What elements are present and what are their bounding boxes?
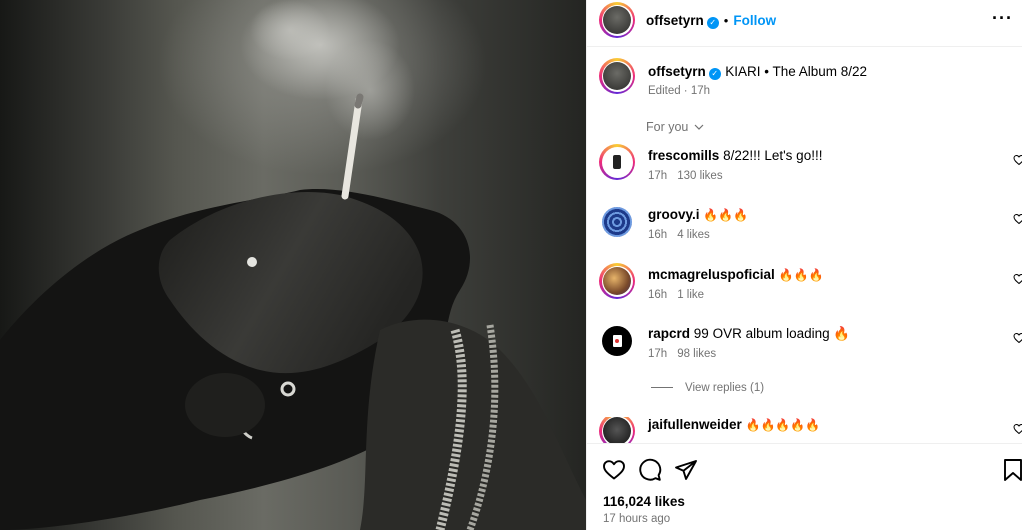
caption-avatar-image	[603, 62, 631, 90]
comment-avatar[interactable]	[599, 263, 635, 299]
comment-meta: 17h 98 likes	[648, 348, 726, 360]
like-comment-heart-icon[interactable]	[1013, 213, 1022, 225]
like-heart-icon[interactable]	[602, 458, 626, 482]
view-replies-button[interactable]: View replies (1)	[651, 382, 764, 394]
comment-username[interactable]: frescomills	[648, 148, 719, 163]
follow-button[interactable]: Follow	[733, 13, 776, 28]
like-comment-heart-icon[interactable]	[1013, 154, 1022, 166]
comment-time: 17h	[648, 348, 668, 360]
comment-username[interactable]: groovy.i	[648, 207, 700, 222]
post-header: offsetyrn ✓ • Follow ···	[587, 0, 1022, 47]
portrait-illustration	[0, 0, 586, 530]
chevron-down-icon	[694, 124, 704, 130]
view-replies-label: View replies (1)	[685, 382, 765, 394]
like-comment-heart-icon[interactable]	[1013, 423, 1022, 435]
comment-item: groovy.i 🔥🔥🔥 16h 4 likes	[587, 207, 1022, 257]
comment-time: 16h	[648, 229, 668, 241]
comment-avatar-image	[603, 417, 631, 443]
comment-item: mcmagreluspoficial 🔥🔥🔥 16h 1 like	[587, 263, 1022, 317]
comment-meta: 16h 4 likes	[648, 229, 720, 241]
comment-line: rapcrd 99 OVR album loading 🔥	[648, 326, 850, 342]
author-username[interactable]: offsetyrn	[646, 13, 704, 28]
caption-row: offsetyrn ✓ KIARI • The Album 8/22	[648, 63, 867, 81]
comment-text: 8/22!!! Let's go!!!	[723, 148, 823, 163]
caption-text: KIARI • The Album 8/22	[725, 64, 868, 79]
replies-divider	[651, 387, 673, 388]
comment-username[interactable]: jaifullenweider	[648, 417, 742, 432]
caption-time: 17h	[690, 85, 711, 97]
like-comment-heart-icon[interactable]	[1013, 332, 1022, 344]
comment-username[interactable]: mcmagreluspoficial	[648, 267, 775, 282]
comment-line: groovy.i 🔥🔥🔥	[648, 207, 748, 222]
comment-avatar[interactable]	[599, 144, 635, 180]
separator-dot: •	[723, 13, 729, 28]
post-timestamp[interactable]: 17 hours ago	[603, 513, 670, 525]
comment-text: 🔥🔥🔥	[703, 208, 749, 222]
comment-likes[interactable]: 98 likes	[677, 348, 716, 360]
comment-avatar-image	[603, 148, 631, 176]
comment-text: 99 OVR album loading 🔥	[693, 326, 851, 341]
verified-badge-icon: ✓	[708, 68, 721, 80]
post-photo	[0, 0, 586, 530]
sort-label: For you	[646, 120, 689, 134]
comment-item: frescomills 8/22!!! Let's go!!! 17h 130 l…	[587, 144, 1022, 198]
more-options-icon[interactable]: ···	[992, 9, 1013, 27]
share-send-icon[interactable]	[674, 458, 698, 482]
comment-text: 🔥🔥🔥	[778, 268, 824, 282]
comment-time: 17h	[648, 170, 668, 182]
author-avatar[interactable]	[599, 2, 635, 38]
comment-time: 16h	[648, 289, 668, 301]
comment-line: jaifullenweider 🔥🔥🔥🔥🔥	[648, 417, 820, 432]
comment-likes[interactable]: 4 likes	[677, 229, 710, 241]
post-actions-footer: 116,024 likes 17 hours ago	[587, 443, 1022, 530]
comment-bubble-icon[interactable]	[638, 458, 662, 482]
comment-meta: 17h 130 likes	[648, 170, 733, 182]
verified-badge-icon: ✓	[706, 17, 719, 29]
comment-meta: 16h 1 like	[648, 289, 714, 301]
comment-text: 🔥🔥🔥🔥🔥	[745, 418, 821, 432]
save-bookmark-icon[interactable]	[1003, 458, 1022, 482]
post-details-panel: offsetyrn ✓ • Follow ··· offsetyrn ✓ KIARI •…	[586, 0, 1022, 530]
comment-avatar-image	[603, 267, 631, 295]
comment-line: mcmagreluspoficial 🔥🔥🔥	[648, 267, 823, 282]
comment-avatar[interactable]	[599, 417, 635, 443]
comment-likes[interactable]: 1 like	[677, 289, 704, 301]
comment-item: jaifullenweider 🔥🔥🔥🔥🔥	[587, 417, 1022, 443]
edited-label: Edited	[648, 85, 681, 97]
comment-username[interactable]: rapcrd	[648, 326, 690, 341]
likes-count[interactable]: 116,024 likes	[603, 494, 685, 509]
caption-avatar[interactable]	[599, 58, 635, 94]
comment-sort-dropdown[interactable]: For you	[646, 120, 704, 134]
caption-username[interactable]: offsetyrn	[648, 64, 706, 79]
author-avatar-image	[603, 6, 631, 34]
comment-avatar[interactable]	[602, 326, 632, 356]
comment-item: rapcrd 99 OVR album loading 🔥 17h 98 like…	[587, 326, 1022, 376]
like-comment-heart-icon[interactable]	[1013, 273, 1022, 285]
comment-avatar[interactable]	[602, 207, 632, 237]
comment-line: frescomills 8/22!!! Let's go!!!	[648, 148, 822, 163]
caption-meta: Edited · 17h	[648, 85, 711, 97]
header-user-row: offsetyrn ✓ • Follow	[646, 12, 776, 30]
comment-likes[interactable]: 130 likes	[677, 170, 722, 182]
